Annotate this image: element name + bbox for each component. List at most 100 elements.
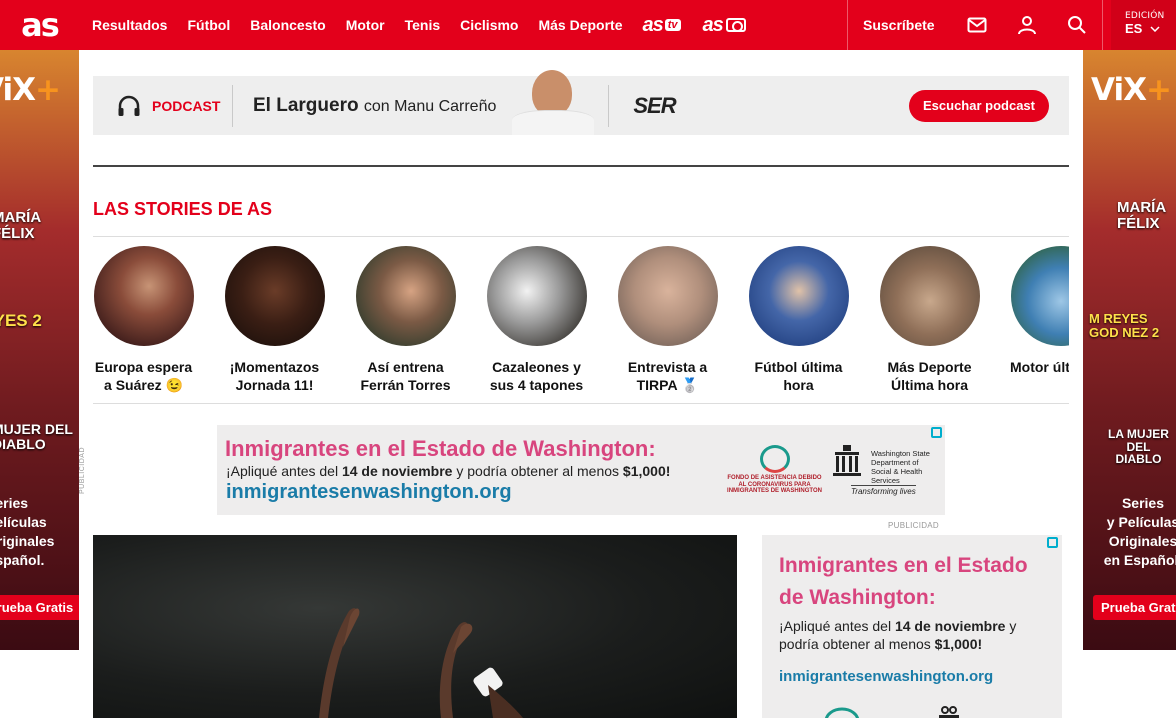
story-caption: ¡Momentazos Jornada 11! <box>229 359 320 393</box>
relief-fund-logo: FONDO DE ASISTENCIA DEBIDO AL CORONAVIRU… <box>727 445 822 495</box>
capitol-building-icon <box>833 445 861 476</box>
search-button[interactable] <box>1052 0 1102 50</box>
mail-icon <box>967 17 987 33</box>
ad-body-text: ¡Apliqué antes del <box>226 463 342 479</box>
stories-section-title: LAS STORIES DE AS <box>93 199 273 219</box>
story-item[interactable]: Fútbol última hora <box>748 246 849 394</box>
podcast-label: PODCAST <box>152 97 221 114</box>
top-navigation-bar: as Resultados Fútbol Baloncesto Motor Te… <box>0 0 1176 50</box>
relief-fund-emblem <box>824 707 860 718</box>
podcast-title: El Larguero <box>253 94 359 116</box>
podcast-banner[interactable]: PODCAST El Larguero con Manu Carreño SER… <box>93 70 1069 135</box>
nav-link-ciclismo[interactable]: Ciclismo <box>460 17 518 33</box>
adchoices-icon[interactable] <box>931 427 942 438</box>
ad-body-text: y podría obtener al menos <box>452 463 623 479</box>
nav-link-tenis[interactable]: Tenis <box>405 17 441 33</box>
podcast-divider <box>232 84 233 127</box>
newsletter-button[interactable] <box>952 0 1002 50</box>
story-caption: Entrevista a TIRPA 🥈 <box>627 359 708 393</box>
dshs-logo: Washington State Department of Social & … <box>829 443 939 496</box>
ad-movie-title: MARÍA FÉLIX <box>0 209 42 242</box>
advertising-label: PUBLICIDAD <box>888 521 940 530</box>
right-skyscraper-ad[interactable]: ViX+ MARÍA FÉLIX M REYES GOD NEZ 2 LA MU… <box>1083 50 1176 650</box>
as-logo[interactable]: as <box>0 0 79 50</box>
advertising-label: PUBLICIDAD <box>79 446 86 494</box>
vix-logo: ViX+ <box>1091 72 1172 108</box>
leaderboard-ad[interactable]: Inmigrantes en el Estado de Washington: … <box>217 425 945 515</box>
story-item[interactable]: ¡Momentazos Jornada 11! <box>224 246 325 394</box>
vix-logo-plus: + <box>34 72 61 108</box>
capitol-building-icon <box>939 706 959 718</box>
as-tv-link[interactable]: as tv <box>643 14 681 37</box>
ad-movie-title: MUJER DEL DIABLO <box>0 421 73 452</box>
ad-cta-button[interactable]: Prueba Gratis <box>0 595 79 620</box>
podcast-title-row: El Larguero con Manu Carreño <box>253 95 496 117</box>
account-button[interactable] <box>1002 0 1052 50</box>
stories-bottom-divider <box>93 403 1069 404</box>
subscribe-link[interactable]: Suscríbete <box>848 17 952 33</box>
edition-value-row: ES <box>1125 21 1176 36</box>
story-thumbnail <box>617 246 718 346</box>
ad-movie-title: LA MUJER DEL DIABLO <box>1108 427 1169 467</box>
story-item[interactable]: Europa espera a Suárez 😉 <box>93 246 194 394</box>
story-thumbnail <box>93 246 194 346</box>
chevron-down-icon <box>1150 25 1160 32</box>
vix-logo-text: ViX <box>1091 72 1147 108</box>
ad-body-amount: $1,000! <box>934 636 983 652</box>
ad-url: inmigrantesenwashington.org <box>779 668 994 685</box>
as-tv-tag: tv <box>664 19 681 31</box>
story-thumbnail <box>486 246 587 346</box>
story-thumbnail <box>879 246 980 346</box>
ad-copy: Series y Películas Originales en Español… <box>1103 495 1176 568</box>
nav-link-resultados[interactable]: Resultados <box>92 17 167 33</box>
nav-link-mas-deporte[interactable]: Más Deporte <box>538 17 622 33</box>
main-nav: Resultados Fútbol Baloncesto Motor Tenis… <box>92 0 768 50</box>
ad-cta-button[interactable]: Prueba Gratis <box>1093 595 1176 620</box>
story-item[interactable]: Cazaleones y sus 4 tapones <box>486 246 587 394</box>
story-caption: Cazaleones y sus 4 tapones <box>489 359 584 393</box>
stories-top-divider <box>93 236 1069 237</box>
ad-movie-title: MARÍA FÉLIX <box>1117 199 1167 232</box>
dshs-department: Department of Social & Health Services <box>871 458 923 485</box>
section-divider <box>93 165 1069 167</box>
podcast-divider <box>608 84 610 127</box>
host-photo-shirt <box>512 110 595 135</box>
host-photo <box>502 70 608 135</box>
left-skyscraper-ad[interactable]: ViX+ MARÍA FÉLIX REYES 2 MUJER DEL DIABL… <box>0 50 79 650</box>
stories-carousel[interactable]: Europa espera a Suárez 😉 ¡Momentazos Jor… <box>93 246 1069 396</box>
ad-headline: Inmigrantes en el Estado de Washington: <box>225 436 656 461</box>
lead-article-image[interactable] <box>93 535 737 718</box>
story-item[interactable]: Entrevista a TIRPA 🥈 <box>617 246 718 394</box>
header-actions: Suscríbete EDICIÓN ES <box>847 0 1176 50</box>
ad-copy: Series Películas Originales Español. <box>0 495 55 568</box>
story-caption: Así entrena Ferrán Torres <box>360 359 451 393</box>
ad-movie-title: REYES 2 <box>0 311 42 330</box>
story-caption: Europa espera a Suárez 😉 <box>94 359 193 393</box>
nav-link-baloncesto[interactable]: Baloncesto <box>250 17 325 33</box>
story-thumbnail <box>1010 246 1069 346</box>
relief-fund-emblem <box>759 445 790 473</box>
as-photo-link[interactable]: as <box>703 14 746 37</box>
headphones-icon <box>113 91 145 121</box>
edition-label: EDICIÓN <box>1125 11 1165 21</box>
edition-selector[interactable]: EDICIÓN ES <box>1111 0 1176 50</box>
vix-logo: ViX+ <box>0 72 61 108</box>
sidebar-ad[interactable]: Inmigrantes en el Estado de Washington: … <box>762 535 1062 718</box>
story-item[interactable]: Así entrena Ferrán Torres <box>355 246 456 394</box>
vix-logo-plus: + <box>1145 72 1172 108</box>
story-thumbnail <box>355 246 456 346</box>
ad-movie-title: M REYES GOD NEZ 2 <box>1089 311 1160 340</box>
story-caption: Motor última hora <box>1010 359 1069 375</box>
edition-value: ES <box>1125 21 1143 36</box>
ad-url: inmigrantesenwashington.org <box>226 481 512 503</box>
relief-fund-text: FONDO DE ASISTENCIA DEBIDO AL CORONAVIRU… <box>727 475 822 495</box>
story-item[interactable]: Motor última hora <box>1010 246 1069 376</box>
nav-link-motor[interactable]: Motor <box>346 17 385 33</box>
nav-link-futbol[interactable]: Fútbol <box>187 17 230 33</box>
ad-body: ¡Apliqué antes del 14 de noviembre y pod… <box>226 463 670 479</box>
story-item[interactable]: Más Deporte Última hora <box>879 246 980 394</box>
vix-logo-text: ViX <box>0 72 36 108</box>
listen-podcast-button[interactable]: Escuchar podcast <box>909 89 1049 122</box>
story-thumbnail <box>224 246 325 346</box>
adchoices-icon[interactable] <box>1047 537 1058 548</box>
